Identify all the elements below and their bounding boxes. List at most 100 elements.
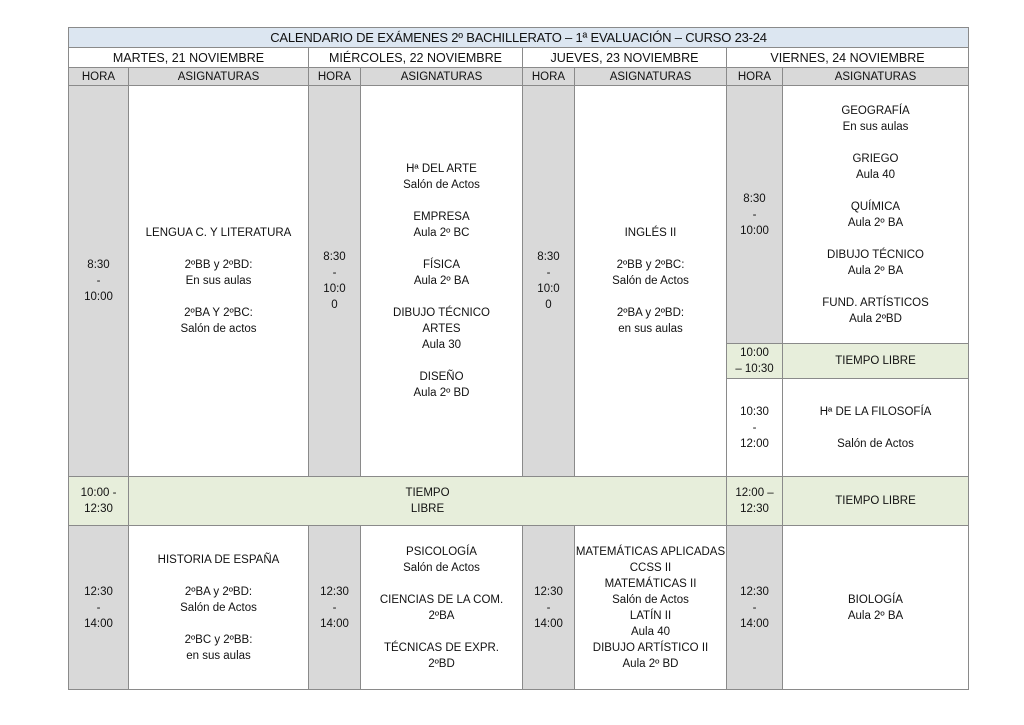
cell-line: Salón de Actos [837,437,914,450]
cell-line: En sus aulas [842,120,909,133]
exam-cell: Hª DE LA FILOSOFÍA Salón de Actos [782,378,969,477]
cell-line: Aula 2ºBD [849,312,902,325]
cell-line: 8:30 [87,259,110,271]
cell-line: GRIEGO [852,152,899,165]
title-row: CALENDARIO DE EXÁMENES 2º BACHILLERATO –… [68,27,969,48]
asignaturas-header: ASIGNATURAS [360,67,523,86]
cell-line: Salón de Actos [403,179,480,191]
cell-line: - [546,601,551,614]
cell-line: CIENCIAS DE LA COM. [379,593,504,606]
cell-line: MATEMÁTICAS II [604,577,697,590]
cell-line: FUND. ARTÍSTICOS [822,296,929,309]
day-tuesday: MARTES, 21 NOVIEMBRE [68,47,309,68]
cell-line: 2ºBB y 2ºBC: [616,259,685,271]
cell-line: INGLÉS II [624,227,677,239]
cell-line: 0 [331,299,338,311]
cell-line: 10:00 [84,291,113,303]
exam-cell: Hª DEL ARTE Salón de Actos EMPRESA Aula 2º … [360,85,523,477]
cell-line: Salón de Actos [180,601,257,614]
cell-line: 8:30 [743,192,766,205]
asignaturas-header: ASIGNATURAS [782,67,969,86]
day-thursday: JUEVES, 23 NOVIEMBRE [522,47,727,68]
cell-line: LENGUA C. Y LITERATURA [145,227,292,239]
cell-line: DISEÑO [419,371,464,383]
cell-line: 14:00 [740,617,769,630]
cell-line: 2ºBD [428,657,455,670]
cell-line: 12:30 [534,585,563,598]
time-slot: 10:30 - 12:00 [726,378,783,477]
free-time-label: TIEMPO LIBRE [782,343,969,379]
cell-line: 10:00 [740,224,769,237]
cell-line: 12:30 [320,585,349,598]
cell-line: 2ºBA Y 2ºBC: [184,307,253,319]
exam-cell: PSICOLOGÍA Salón de Actos CIENCIAS DE LA C… [360,525,523,690]
cell-line: TIEMPO [405,487,450,499]
cell-line: - [752,601,757,614]
exam-cell: LENGUA C. Y LITERATURA 2ºBB y 2ºBD: En sus… [128,85,309,477]
cell-line: Salón de actos [180,323,257,335]
cell-line: DIBUJO ARTÍSTICO II [592,641,709,654]
time-slot: 8:30-10:00 [308,85,361,477]
cell-line: 14:00 [84,617,113,630]
cell-line: LATÍN II [629,609,672,622]
cell-line: 2ºBC y 2ºBB: [184,633,253,646]
cell-line: Hª DEL ARTE [406,163,477,175]
cell-line: LIBRE [410,503,445,515]
cell-line: - [752,208,757,221]
cell-line: Aula 2º BD [622,657,679,670]
time-slot: 8:30 - 10:00 [726,85,783,344]
asignaturas-header: ASIGNATURAS [574,67,727,86]
cell-line: - [332,267,337,279]
afternoon-row: 12:30 - 14:00 HISTORIA DE ESPAÑA 2ºBA y 2ºB… [68,525,969,690]
cell-line: 10:30 [740,405,769,418]
hora-header: HORA [308,67,361,86]
cell-line: en sus aulas [186,649,251,662]
exam-cell: INGLÉS II 2ºBB y 2ºBC: Salón de Actos 2ºBA … [574,85,727,477]
cell-line: 2ºBA [428,609,455,622]
cell-line: Aula 2º BA [847,216,904,229]
cell-line: QUÍMICA [850,200,901,213]
cell-line: 12:00 – [735,487,774,499]
exam-cell: MATEMÁTICAS APLICADAS CCSS II MATEMÁTICAS … [574,525,727,690]
cell-line: 12:30 [740,503,769,515]
morning-row-a: 8:30-10:00 LENGUA C. Y LITERATURA 2ºBB y … [68,85,969,477]
cell-line: 2ºBB y 2ºBD: [184,259,253,271]
cell-line: 14:00 [534,617,563,630]
cell-line: Aula 2º BC [413,227,470,239]
cell-line: Salón de Actos [403,561,480,574]
cell-line: Aula 40 [630,625,670,638]
cell-line: 12:30 [740,585,769,598]
cell-line: FÍSICA [422,259,461,271]
cell-line: 12:30 [84,585,113,598]
cell-line: Aula 2º BA [413,275,470,287]
time-slot: 12:30 - 14:00 [522,525,575,690]
cell-line: 10:0 [323,283,346,295]
cell-line: - [752,421,757,434]
free-time-slot: 12:00 – 12:30 [726,476,783,526]
cell-line: 14:00 [320,617,349,630]
exam-calendar-table: CALENDARIO DE EXÁMENES 2º BACHILLERATO –… [68,27,969,690]
cell-line: ARTES [422,323,461,335]
cell-line: PSICOLOGÍA [406,545,477,558]
calendar-title: CALENDARIO DE EXÁMENES 2º BACHILLERATO –… [68,27,969,48]
cell-line: en sus aulas [618,323,683,335]
day-header-row: MARTES, 21 NOVIEMBRE MIÉRCOLES, 22 NOVIE… [68,47,969,68]
break-label: TIEMPO LIBRE [128,476,727,526]
free-time-slot: 10:00 – 10:30 [726,343,783,379]
break-row: 10:00 - 12:30 TIEMPO LIBRE 12:00 – 12:30 TI… [68,476,969,526]
cell-line: GEOGRAFÍA [841,104,910,117]
exam-cell: HISTORIA DE ESPAÑA 2ºBA y 2ºBD: Salón de A… [128,525,309,690]
